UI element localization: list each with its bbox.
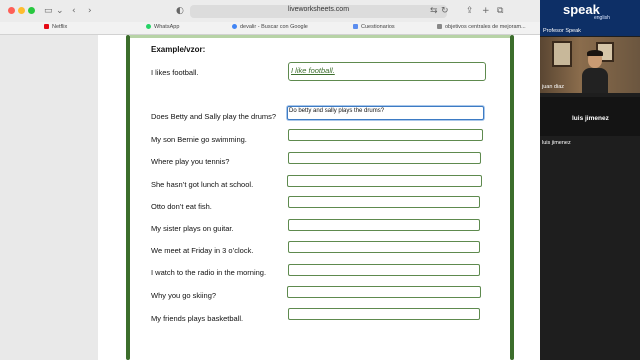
participant-video [582, 50, 608, 93]
page-icon [437, 24, 442, 29]
bookmark-objetivos[interactable]: objetivos centrales de mejoram... [437, 24, 526, 30]
bookmark-google-search[interactable]: devalir - Buscar con Google [232, 24, 308, 30]
answer-input[interactable]: Do betty and sally plays the drums? [287, 106, 484, 120]
close-window-button[interactable] [8, 7, 15, 14]
bookmark-whatsapp[interactable]: WhatsApp [146, 24, 179, 30]
google-icon [232, 24, 237, 29]
reload-icon[interactable]: ↻ [441, 5, 449, 17]
question-sentence: She hasn’t got lunch at school. [151, 180, 254, 189]
forward-arrow-icon[interactable]: › [88, 5, 92, 17]
answer-input[interactable] [288, 152, 481, 164]
url-text: liveworksheets.com [287, 6, 350, 13]
answer-input[interactable] [288, 241, 480, 253]
participant-name: juan diaz [542, 84, 565, 90]
back-arrow-icon[interactable]: ‹ [72, 5, 76, 17]
wall-picture [552, 41, 572, 67]
share-icon[interactable]: ⇪ [466, 5, 474, 17]
worksheet-right-border [510, 35, 514, 360]
zoom-window-button[interactable] [28, 7, 35, 14]
question-sentence: Otto don’t eat fish. [151, 202, 212, 211]
sidebar-toggle-icon[interactable]: ▭ [44, 5, 53, 17]
answer-input[interactable] [287, 286, 481, 298]
bookmarks-bar: Netflix WhatsApp devalir - Buscar con Go… [0, 22, 540, 35]
answer-input[interactable] [288, 129, 483, 141]
question-sentence: My friends plays basketball. [151, 314, 244, 323]
example-heading: Example/vzor: [151, 45, 206, 54]
new-tab-icon[interactable]: + [482, 5, 490, 17]
question-sentence: We meet at Friday in 3 o’clock. [151, 246, 254, 255]
tab-overview-icon[interactable]: ⧉ [497, 5, 503, 17]
question-sentence: I watch to the radio in the morning. [151, 268, 267, 277]
document-icon [353, 24, 358, 29]
privacy-shield-icon[interactable]: ◐ [176, 5, 184, 17]
minimize-window-button[interactable] [18, 7, 25, 14]
netflix-icon [44, 24, 49, 29]
participant-name: Profesor Speak [543, 28, 581, 34]
question-sentence: Why you go skiing? [151, 291, 217, 300]
question-sentence: Where play you tennis? [151, 157, 230, 166]
answer-input[interactable] [287, 175, 482, 187]
example-answer-box: I like football. [288, 62, 486, 81]
worksheet-top-rule [130, 35, 510, 38]
participant-name: luis jimenez [542, 140, 571, 146]
whatsapp-icon [146, 24, 151, 29]
answer-input[interactable] [288, 264, 480, 276]
worksheet-left-border [126, 35, 130, 360]
example-sentence: I likes football. [151, 68, 199, 77]
logo-subtitle: english [594, 15, 610, 21]
address-bar[interactable]: liveworksheets.com [190, 5, 447, 18]
translate-icon[interactable]: ⇆ [430, 5, 438, 17]
example-answer: I like football. [291, 66, 335, 75]
answer-input[interactable] [288, 219, 480, 231]
answer-input[interactable] [288, 308, 480, 320]
participant-name-large: luis jimenez [572, 115, 609, 122]
chevron-down-icon[interactable]: ⌄ [56, 5, 64, 17]
answer-input[interactable] [288, 196, 480, 208]
question-sentence: My son Bernie go swimming. [151, 135, 247, 144]
title-bar: ▭ ⌄ ‹ › ◐ liveworksheets.com ⇆ ↻ ⇪ + ⧉ [0, 0, 540, 22]
question-sentence: Does Betty and Sally play the drums? [151, 112, 277, 121]
question-sentence: My sister plays on guitar. [151, 224, 234, 233]
bookmark-netflix[interactable]: Netflix [44, 24, 67, 30]
answer-text: Do betty and sally plays the drums? [289, 108, 385, 114]
bookmark-cuestionarios[interactable]: Cuestionarios [353, 24, 395, 30]
